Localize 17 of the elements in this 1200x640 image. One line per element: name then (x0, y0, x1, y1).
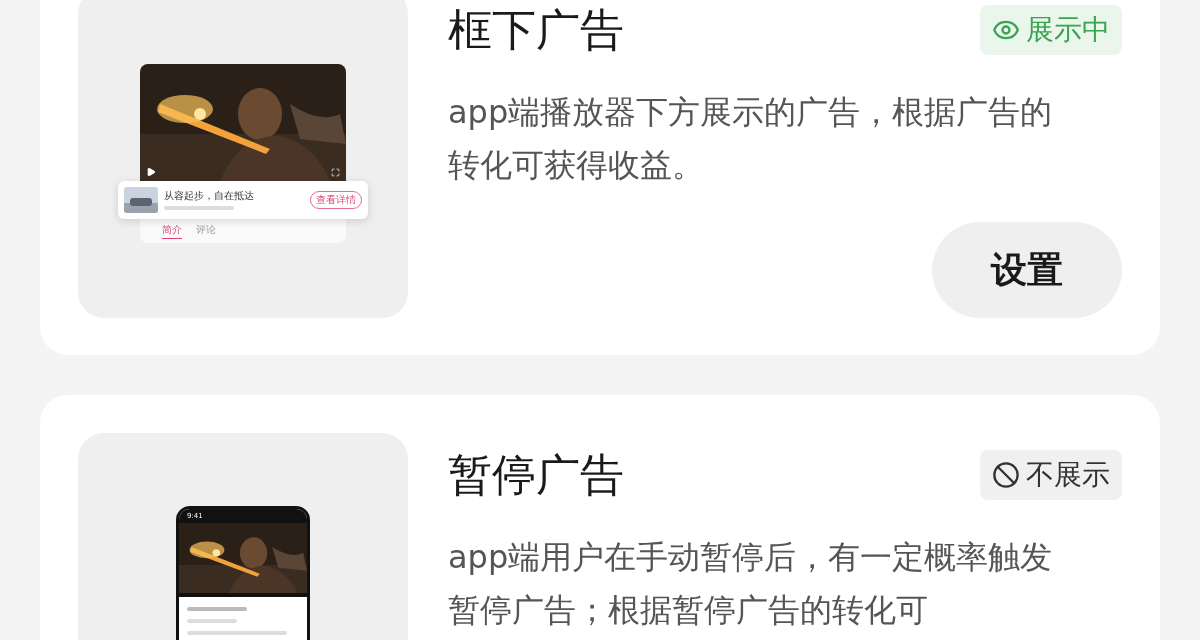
status-label: 展示中 (1026, 12, 1110, 48)
play-icon[interactable] (146, 166, 156, 177)
ban-icon (992, 461, 1020, 489)
status-label: 不展示 (1026, 457, 1110, 493)
blurred-text-line (187, 606, 247, 611)
details-button[interactable]: 查看详情 (310, 190, 362, 209)
tab[interactable]: 简介 (162, 222, 182, 239)
blurred-text-line (164, 206, 234, 210)
ad-title: 从容起步，自在抵达 (164, 189, 255, 203)
card-description: app端播放器下方展示的广告，根据广告的转化可获得收益。 (448, 92, 1054, 186)
settings-button[interactable]: 设置 (932, 222, 1122, 318)
card-description: app端用户在手动暂停后，有一定概率触发暂停广告；根据暂停广告的转化可 (448, 537, 1054, 631)
fullscreen-icon[interactable] (331, 167, 340, 177)
blurred-text-line (187, 618, 237, 623)
card-title: 暂停广告 (448, 448, 624, 502)
card-title: 框下广告 (448, 3, 624, 57)
tab[interactable]: 评论 (196, 222, 216, 239)
